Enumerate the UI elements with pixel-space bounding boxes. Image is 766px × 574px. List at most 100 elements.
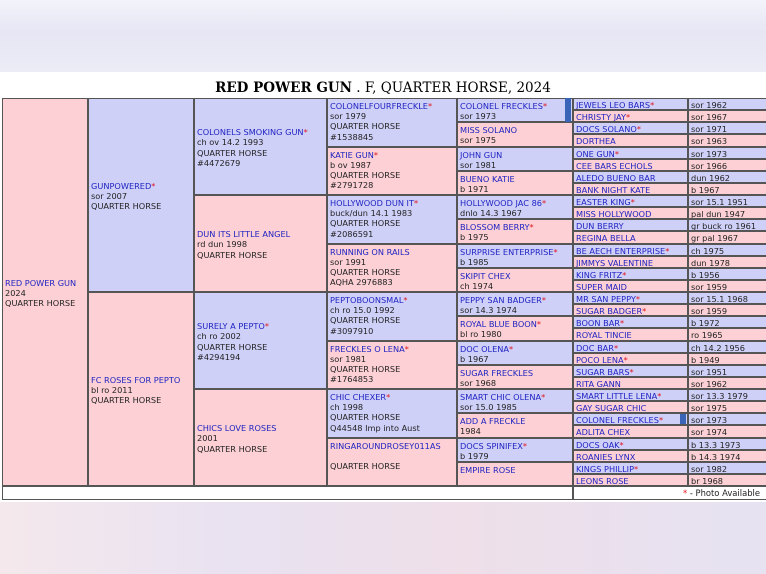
horse-name-link[interactable]: EASTER KING bbox=[576, 197, 631, 206]
horse-name-link[interactable]: BLOSSOM BERRY bbox=[460, 222, 529, 232]
horse-name-link[interactable]: ONE GUN bbox=[576, 149, 615, 158]
horse-name-link[interactable]: SUPER MAID bbox=[576, 282, 627, 291]
horse-name-link[interactable]: COLONELS SMOKING GUN bbox=[197, 127, 304, 137]
horse-detail: QUARTER HORSE bbox=[197, 249, 268, 260]
horse-name-link[interactable]: SUGAR FRECKLES bbox=[460, 368, 533, 378]
horse-name-link[interactable]: JEWELS LEO BARS bbox=[576, 100, 650, 109]
gen5-ancestor-cell: MR SAN PEPPY* bbox=[573, 292, 688, 305]
gen5-ancestor-cell: KING FRITZ* bbox=[573, 267, 688, 280]
horse-detail bbox=[460, 475, 570, 485]
horse-detail: b 14.3 1974 bbox=[691, 451, 741, 462]
horse-detail: #4472679 bbox=[197, 157, 241, 168]
horse-name-link[interactable]: ROYAL TINCIE bbox=[576, 330, 632, 339]
horse-name-link[interactable]: KING FRITZ bbox=[576, 270, 622, 279]
pedigree-table: RED POWER GUN 2024 QUARTER HORSE GUNPOWERED… bbox=[2, 98, 766, 501]
horse-name-link[interactable]: ADLITA CHEX bbox=[576, 427, 630, 436]
horse-name-link[interactable]: COLONEL FRECKLES bbox=[576, 415, 659, 424]
photo-star-icon: * bbox=[635, 294, 640, 304]
horse-name-link[interactable]: BE AECH ENTERPRISE bbox=[576, 246, 665, 255]
horse-name-link[interactable]: SKIPIT CHEX bbox=[460, 271, 511, 281]
horse-name-link[interactable]: BOON BAR bbox=[576, 318, 620, 327]
horse-detail: QUARTER HORSE bbox=[330, 315, 401, 326]
horse-name-link[interactable]: HOLLYWOOD DUN IT bbox=[330, 198, 414, 208]
horse-name-link[interactable]: HOLLYWOOD JAC 86 bbox=[460, 198, 542, 208]
horse-name-link[interactable]: FRECKLES O LENA bbox=[330, 344, 405, 354]
horse-name-link[interactable]: REGINA BELLA bbox=[576, 233, 636, 242]
horse-name-link[interactable]: CHRISTY JAY bbox=[576, 112, 626, 121]
horse-name-link[interactable]: DOCS SPINIFEX bbox=[460, 441, 523, 451]
horse-name-link[interactable]: MR SAN PEPPY bbox=[576, 294, 636, 303]
name-line: ADD A FRECKLE bbox=[460, 416, 570, 426]
horse-name-link[interactable]: SUGAR BARS bbox=[576, 367, 630, 376]
gen5-info-cell: sor 1971 bbox=[688, 122, 766, 135]
horse-name-link[interactable]: ALEDO BUENO BAR bbox=[576, 173, 656, 182]
horse-name-link[interactable]: SUGAR BADGER bbox=[576, 306, 642, 315]
horse-name-link[interactable]: SMART CHIC OLENA bbox=[460, 392, 541, 402]
horse-name-link[interactable]: CHICS LOVE ROSES bbox=[197, 423, 276, 433]
horse-name-link[interactable]: COLONELFOURFRECKLE bbox=[330, 101, 428, 111]
title-details: . F, QUARTER HORSE, 2024 bbox=[352, 80, 551, 96]
horse-name-link[interactable]: DOC OLENA bbox=[460, 344, 509, 354]
horse-name-link[interactable]: CHIC CHEXER bbox=[330, 392, 386, 402]
name-line: DUN BERRY bbox=[576, 221, 685, 230]
horse-name-link[interactable]: ROYAL BLUE BOON bbox=[460, 319, 537, 329]
horse-name-link[interactable]: ADD A FRECKLE bbox=[460, 416, 525, 426]
gen5-info-cell: sor 1959 bbox=[688, 279, 766, 292]
horse-name-link[interactable]: SMART LITTLE LENA bbox=[576, 391, 657, 400]
horse-name-link[interactable]: DOCS SOLANO bbox=[576, 124, 637, 133]
horse-name-link[interactable]: DOC BAR bbox=[576, 343, 614, 352]
name-line: MISS SOLANO bbox=[460, 125, 570, 135]
horse-name-link[interactable]: JIMMYS VALENTINE bbox=[576, 258, 653, 267]
horse-name-link[interactable]: MISS SOLANO bbox=[460, 125, 517, 135]
horse-name-link[interactable]: DORTHEA bbox=[576, 136, 616, 145]
gen4-ancestor-cell: ROYAL BLUE BOON* bl ro 1980 bbox=[457, 316, 573, 341]
horse-detail: sor 1951 bbox=[691, 366, 728, 377]
horse-detail: sor 2007 bbox=[91, 190, 128, 201]
horse-name-link[interactable]: RED POWER GUN bbox=[5, 278, 76, 288]
horse-detail: Q44548 Imp into Aust bbox=[330, 422, 420, 433]
horse-name-link[interactable]: JOHN GUN bbox=[460, 150, 502, 160]
horse-name-link[interactable]: POCO LENA bbox=[576, 355, 624, 364]
horse-name-link[interactable]: COLONEL FRECKLES bbox=[460, 101, 543, 111]
horse-name-link[interactable]: EMPIRE ROSE bbox=[460, 465, 516, 475]
horse-name-link[interactable]: RUNNING ON RAILS bbox=[330, 247, 410, 257]
horse-name-link[interactable]: MISS HOLLYWOOD bbox=[576, 209, 651, 218]
photo-star-icon: * bbox=[650, 100, 655, 110]
horse-detail: sor 1971 bbox=[691, 124, 728, 135]
gen5-info-cell: b 13.3 1973 bbox=[688, 437, 766, 450]
horse-name-link[interactable]: KINGS PHILLIP bbox=[576, 464, 634, 473]
horse-name-link[interactable]: SURELY A PEPTO bbox=[197, 321, 265, 331]
horse-name-link[interactable]: FC ROSES FOR PEPTO bbox=[91, 375, 180, 385]
horse-name-link[interactable]: LEONS ROSE bbox=[576, 476, 629, 485]
horse-name-link[interactable]: KATIE GUN bbox=[330, 150, 374, 160]
horse-detail: QUARTER HORSE bbox=[330, 266, 401, 277]
name-line: BUENO KATIE bbox=[460, 174, 570, 184]
great-grandparent-cell: KATIE GUN* b ov 1987 QUARTER HORSE #2791728 bbox=[327, 146, 457, 195]
horse-name-link[interactable]: CEE BARS ECHOLS bbox=[576, 161, 653, 170]
gen5-ancestor-cell: EASTER KING* bbox=[573, 195, 688, 208]
horse-name-link[interactable]: GAY SUGAR CHIC bbox=[576, 403, 646, 412]
horse-name-link[interactable]: DUN BERRY bbox=[576, 221, 624, 230]
gen4-ancestor-cell: DOC OLENA* b 1967 bbox=[457, 340, 573, 365]
photo-star-icon: * bbox=[386, 392, 391, 402]
photo-star-icon: * bbox=[622, 269, 627, 280]
gen5-info-cell: b 1949 bbox=[688, 352, 766, 365]
horse-name-link[interactable]: RITA GANN bbox=[576, 379, 621, 388]
horse-name-link[interactable]: BANK NIGHT KATE bbox=[576, 185, 650, 194]
horse-detail: QUARTER HORSE bbox=[197, 147, 268, 158]
photo-star-icon: * bbox=[613, 342, 619, 353]
horse-name-link[interactable]: PEPTOBOONSMAL bbox=[330, 295, 403, 305]
horse-name-link[interactable]: SURPRISE ENTERPRISE bbox=[460, 247, 553, 257]
horse-name-link[interactable]: DUN ITS LITTLE ANGEL bbox=[197, 229, 290, 239]
horse-name-link[interactable]: ROANIES LYNX bbox=[576, 452, 635, 461]
horse-name-link[interactable]: PEPPY SAN BADGER bbox=[460, 295, 542, 305]
horse-detail: b 1975 bbox=[460, 232, 489, 243]
horse-name-link[interactable]: GUNPOWERED bbox=[91, 181, 151, 191]
photo-star-icon: * bbox=[634, 463, 639, 474]
horse-name-link[interactable]: BUENO KATIE bbox=[460, 174, 515, 184]
gen5-info-cell: sor 13.3 1979 bbox=[688, 389, 766, 402]
horse-name-link[interactable]: DOCS OAK bbox=[576, 440, 620, 449]
horse-detail: sor 1981 bbox=[460, 159, 497, 170]
horse-name-link[interactable]: RINGAROUNDROSEY011AS bbox=[330, 441, 441, 451]
photo-star-icon: * bbox=[541, 392, 546, 402]
